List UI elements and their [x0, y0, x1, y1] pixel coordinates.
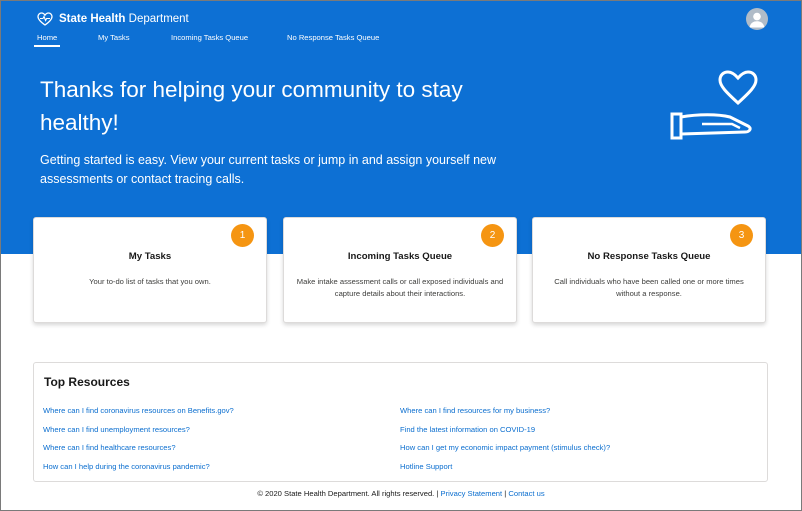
card-title: Incoming Tasks Queue	[347, 251, 453, 262]
hand-holding-heart-icon	[670, 70, 758, 140]
brand-logo[interactable]: State Health Department	[37, 11, 189, 27]
user-avatar-icon[interactable]	[746, 8, 768, 30]
footer-separator: |	[504, 489, 507, 498]
top-resources-title: Top Resources	[44, 375, 130, 389]
nav-no-response-tasks-queue[interactable]: No Response Tasks Queue	[287, 33, 379, 42]
brand-name: State Health Department	[59, 13, 189, 25]
hero-subtitle: Getting started is easy. View your curre…	[40, 153, 496, 186]
resource-link[interactable]: How can I help during the coronavirus pa…	[43, 462, 234, 481]
step-badge: 1	[231, 224, 254, 247]
card-description: Call individuals who have been called on…	[554, 277, 744, 298]
hero-title: Thanks for helping your community to sta…	[40, 77, 463, 135]
heart-pulse-icon	[37, 12, 53, 26]
card-incoming-tasks-queue[interactable]: 2 Incoming Tasks Queue Make intake asses…	[283, 217, 517, 323]
resources-right-column: Where can I find resources for my busine…	[400, 406, 610, 481]
card-title: My Tasks	[128, 251, 172, 262]
card-description: Make intake assessment calls or call exp…	[296, 277, 504, 298]
resource-link[interactable]: Find the latest information on COVID-19	[400, 425, 610, 444]
resource-link[interactable]: Where can I find healthcare resources?	[43, 443, 234, 462]
page-footer: © 2020 State Health Department. All righ…	[0, 489, 802, 498]
nav-my-tasks[interactable]: My Tasks	[98, 33, 130, 42]
nav-home[interactable]: Home	[33, 33, 61, 47]
nav-incoming-tasks-queue[interactable]: Incoming Tasks Queue	[171, 33, 248, 42]
resource-link[interactable]: Where can I find coronavirus resources o…	[43, 406, 234, 425]
card-no-response-tasks-queue[interactable]: 3 No Response Tasks Queue Call individua…	[532, 217, 766, 323]
footer-separator: |	[436, 489, 439, 498]
resource-link[interactable]: Where can I find resources for my busine…	[400, 406, 610, 425]
contact-us-link[interactable]: Contact us	[508, 489, 544, 498]
step-badge: 2	[481, 224, 504, 247]
card-description: Your to-do list of tasks that you own.	[89, 277, 211, 286]
resources-left-column: Where can I find coronavirus resources o…	[43, 406, 234, 481]
resource-link[interactable]: How can I get my economic impact payment…	[400, 443, 610, 462]
top-resources-panel: Top Resources Where can I find coronavir…	[33, 362, 768, 482]
card-title: No Response Tasks Queue	[587, 251, 711, 262]
privacy-statement-link[interactable]: Privacy Statement	[441, 489, 503, 498]
card-my-tasks[interactable]: 1 My Tasks Your to-do list of tasks that…	[33, 217, 267, 323]
copyright-text: © 2020 State Health Department. All righ…	[257, 489, 435, 498]
resource-link[interactable]: Where can I find unemployment resources?	[43, 425, 234, 444]
resource-link[interactable]: Hotline Support	[400, 462, 610, 481]
step-badge: 3	[730, 224, 753, 247]
